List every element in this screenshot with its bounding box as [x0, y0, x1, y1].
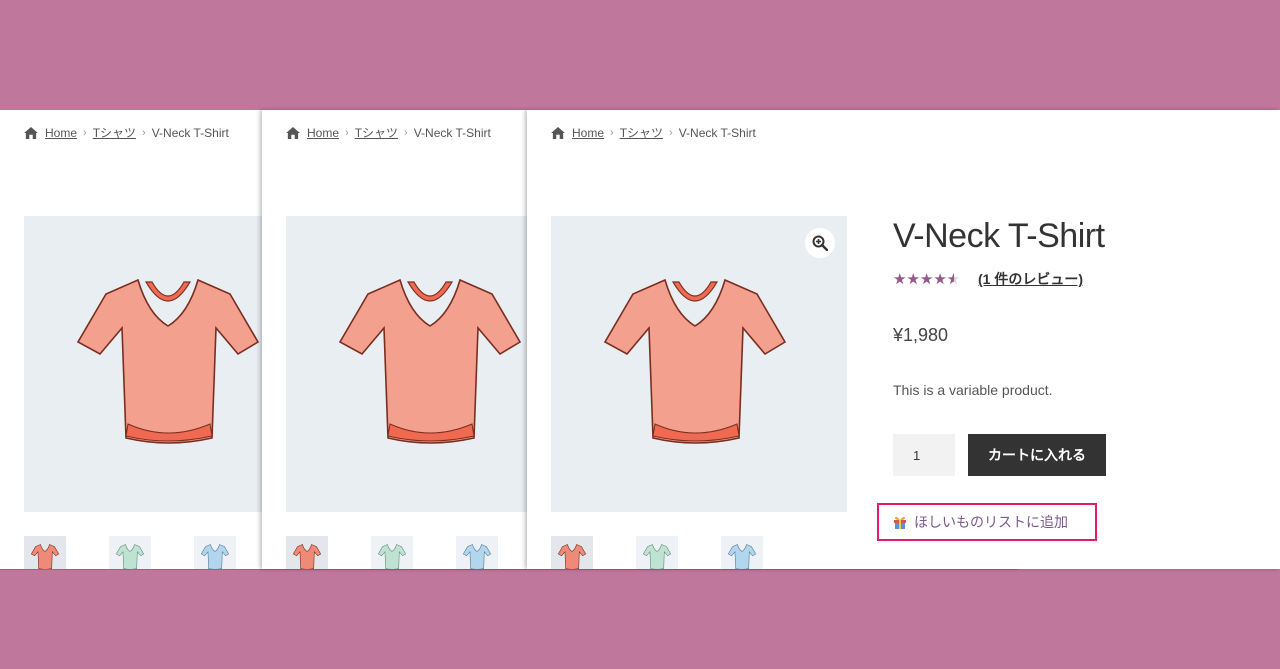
breadcrumb: Home › Tシャツ › V-Neck T-Shirt [24, 124, 229, 141]
thumbnail-light-blue[interactable] [721, 536, 763, 569]
breadcrumb-separator: › [404, 126, 408, 139]
tshirt-thumbnail-icon [293, 544, 321, 569]
breadcrumb: Home › Tシャツ › V-Neck T-Shirt [286, 124, 491, 141]
breadcrumb-separator: › [142, 126, 146, 139]
thumbnail-light-blue[interactable] [456, 536, 498, 569]
tshirt-thumbnail-icon [643, 544, 671, 569]
thumbnail-coral[interactable] [286, 536, 328, 569]
tshirt-image [338, 278, 522, 444]
thumbnail-light-blue[interactable] [194, 536, 236, 569]
product-page-panel-1: Home › Tシャツ › V-Neck T-Shirt [0, 110, 262, 569]
product-rating: ★★★★★ ★★★★★ (1 件のレビュー) [893, 269, 1253, 289]
product-short-description: This is a variable product. [893, 382, 1053, 399]
tshirt-thumbnail-icon [31, 544, 59, 569]
tshirt-thumbnail-icon [201, 544, 229, 569]
home-icon [24, 126, 38, 139]
breadcrumb-category-link[interactable]: Tシャツ [93, 124, 136, 141]
add-to-wishlist-link[interactable]: ほしいものリストに追加 [877, 503, 1097, 541]
zoom-button[interactable] [805, 228, 835, 258]
product-title: V-Neck T-Shirt [893, 217, 1105, 255]
breadcrumb-separator: › [669, 126, 673, 139]
breadcrumb-current: V-Neck T-Shirt [151, 125, 229, 140]
breadcrumb-current: V-Neck T-Shirt [413, 125, 491, 140]
add-to-cart-form: カートに入れる [893, 434, 1253, 477]
breadcrumb-home-link[interactable]: Home [45, 126, 77, 140]
wishlist-label: ほしいものリストに追加 [914, 514, 1068, 530]
product-page-panel-3: Home › Tシャツ › V-Neck T-Shirt V-Neck T-Sh… [527, 110, 1280, 569]
tshirt-thumbnail-icon [463, 544, 491, 569]
product-image[interactable] [551, 216, 847, 512]
thumbnail-strip [24, 536, 262, 569]
tshirt-image [76, 278, 260, 444]
product-page-panel-2: Home › Tシャツ › V-Neck T-Shirt [262, 110, 527, 569]
breadcrumb-category-link[interactable]: Tシャツ [355, 124, 398, 141]
thumbnail-strip [551, 536, 806, 569]
breadcrumb-separator: › [610, 126, 614, 139]
tshirt-image [603, 278, 787, 444]
breadcrumb-home-link[interactable]: Home [572, 126, 604, 140]
thumbnail-mint[interactable] [636, 536, 678, 569]
star-rating: ★★★★★ ★★★★★ [893, 272, 969, 287]
thumbnail-mint[interactable] [371, 536, 413, 569]
home-icon [551, 126, 565, 139]
thumbnail-coral[interactable] [551, 536, 593, 569]
product-price: ¥1,980 [893, 325, 949, 346]
tshirt-thumbnail-icon [116, 544, 144, 569]
tshirt-thumbnail-icon [558, 544, 586, 569]
add-to-cart-button[interactable]: カートに入れる [968, 434, 1106, 477]
quantity-input[interactable] [893, 434, 955, 477]
product-image[interactable] [24, 216, 262, 512]
thumbnail-strip [286, 536, 527, 569]
star-rating-filled: ★★★★★ [893, 271, 954, 287]
home-icon [286, 126, 300, 139]
thumbnail-mint[interactable] [109, 536, 151, 569]
breadcrumb-separator: › [345, 126, 349, 139]
zoom-in-icon [812, 235, 828, 251]
thumbnail-coral[interactable] [24, 536, 66, 569]
tshirt-thumbnail-icon [728, 544, 756, 569]
gift-icon [894, 516, 906, 529]
breadcrumb-home-link[interactable]: Home [307, 126, 339, 140]
review-count-link[interactable]: (1 件のレビュー) [978, 269, 1083, 289]
tshirt-thumbnail-icon [378, 544, 406, 569]
breadcrumb-current: V-Neck T-Shirt [678, 125, 756, 140]
product-summary: V-Neck T-Shirt ★★★★★ ★★★★★ (1 件のレビュー) ¥1… [893, 217, 1253, 477]
breadcrumb-category-link[interactable]: Tシャツ [620, 124, 663, 141]
breadcrumb-separator: › [83, 126, 87, 139]
breadcrumb: Home › Tシャツ › V-Neck T-Shirt [551, 124, 756, 141]
product-image[interactable] [286, 216, 527, 512]
